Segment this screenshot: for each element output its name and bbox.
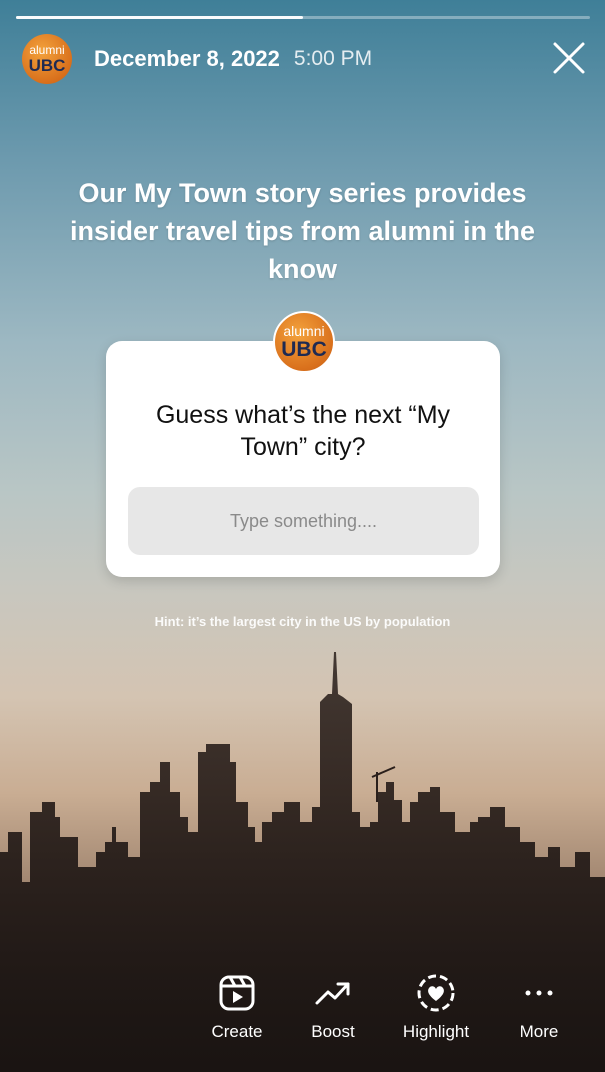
sticker-avatar: alumni UBC bbox=[273, 311, 335, 373]
highlight-label: Highlight bbox=[402, 1022, 470, 1041]
story-time: 5:00 PM bbox=[293, 47, 373, 70]
reels-icon bbox=[219, 975, 255, 1011]
boost-label: Boost bbox=[311, 1022, 355, 1041]
account-avatar[interactable]: alumni UBC bbox=[22, 34, 72, 84]
story-toolbar: Create Boost Highlight More bbox=[0, 972, 605, 1072]
hint-text: Hint: it’s the largest city in the US by… bbox=[154, 614, 451, 629]
story-date: December 8, 2022 bbox=[94, 46, 280, 71]
question-text: Guess what’s the next “My Town” city? bbox=[155, 401, 451, 461]
more-dots-icon bbox=[525, 990, 553, 996]
create-button[interactable]: Create bbox=[192, 972, 282, 1042]
close-icon bbox=[553, 42, 585, 74]
question-sticker: Guess what’s the next “My Town” city? bbox=[106, 341, 500, 577]
sticker-avatar-text-ubc: UBC bbox=[281, 338, 327, 361]
avatar-text-ubc: UBC bbox=[28, 56, 66, 75]
highlight-heart-icon bbox=[417, 974, 455, 1012]
close-button[interactable] bbox=[549, 38, 589, 78]
sticker-avatar-text-alumni: alumni bbox=[283, 323, 325, 339]
create-label: Create bbox=[211, 1022, 263, 1041]
story-viewer: alumni UBC December 8, 2022 5:00 PM Our … bbox=[0, 0, 605, 1072]
story-headline: Our My Town story series provides inside… bbox=[69, 178, 536, 284]
answer-input[interactable] bbox=[128, 487, 479, 555]
story-progress-fill bbox=[16, 16, 303, 19]
boost-button[interactable]: Boost bbox=[288, 972, 378, 1042]
more-label: More bbox=[519, 1022, 559, 1041]
story-progress-bar bbox=[16, 16, 590, 19]
more-button[interactable]: More bbox=[494, 972, 584, 1042]
trending-up-icon bbox=[315, 982, 350, 1005]
avatar-text-alumni: alumni bbox=[29, 43, 65, 57]
story-header: alumni UBC December 8, 2022 5:00 PM bbox=[22, 34, 589, 84]
highlight-button[interactable]: Highlight bbox=[391, 972, 481, 1042]
